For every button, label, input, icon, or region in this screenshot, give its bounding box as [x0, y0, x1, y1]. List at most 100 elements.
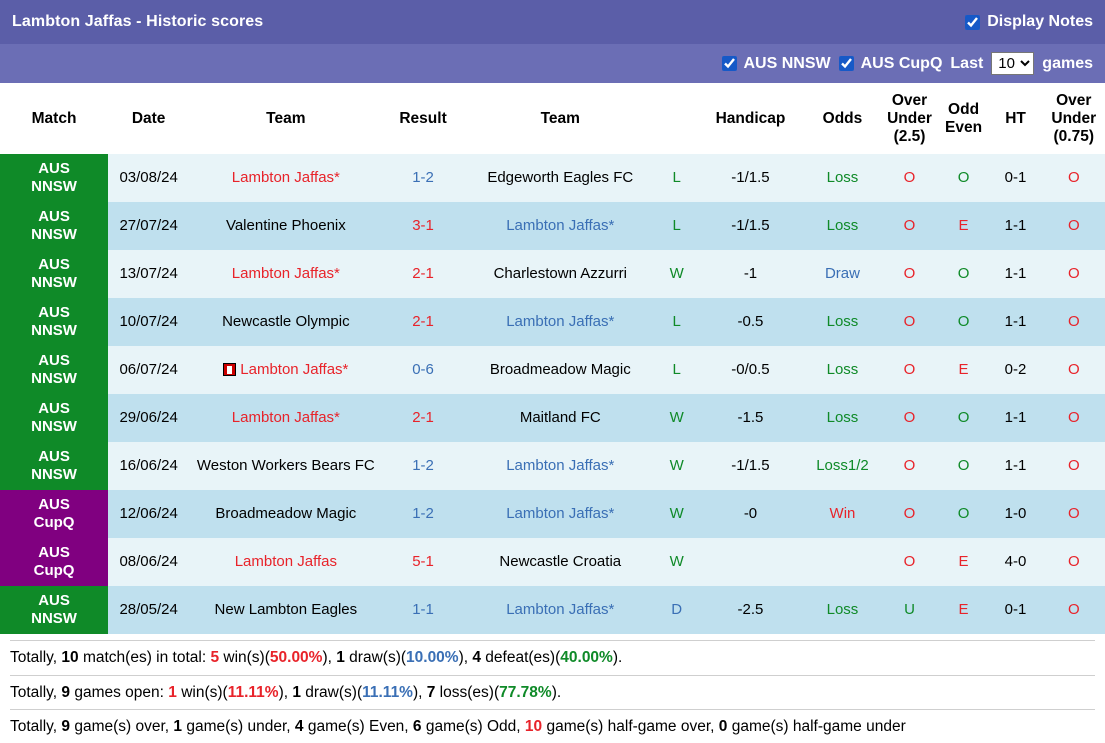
score-value[interactable]: 1-1 [412, 601, 434, 618]
result-cell[interactable]: 2-1 [382, 394, 464, 443]
table-row[interactable]: AUS NNSW 13/07/24 Lambton Jaffas* 2-1 Charles… [0, 250, 1105, 299]
col-team-away[interactable]: Team [463, 83, 657, 155]
home-team-cell[interactable]: New Lambton Eagles [189, 586, 383, 635]
score-value[interactable]: 1-2 [412, 505, 434, 522]
home-team-name[interactable]: Newcastle Olympic [222, 313, 350, 330]
league-cell[interactable]: AUS NNSW [0, 586, 109, 635]
score-value[interactable]: 5-1 [412, 553, 434, 570]
score-value[interactable]: 1-2 [412, 457, 434, 474]
score-value[interactable]: 2-1 [412, 265, 434, 282]
display-notes-checkbox[interactable] [965, 14, 981, 30]
display-notes-group[interactable]: Display Notes [965, 13, 1093, 31]
table-row[interactable]: AUS CupQ 08/06/24 Lambton Jaffas 5-1 Newcastl… [0, 538, 1105, 587]
away-team-cell[interactable]: Edgeworth Eagles FC [463, 154, 657, 203]
home-team-name[interactable]: Lambton Jaffas* [232, 265, 340, 282]
home-team-name[interactable]: New Lambton Eagles [215, 601, 358, 618]
home-team-cell[interactable]: Broadmeadow Magic [189, 490, 383, 539]
table-row[interactable]: AUS NNSW 06/07/24 Lambton Jaffas* 0-6 Broadme… [0, 346, 1105, 395]
away-team-name[interactable]: Maitland FC [520, 409, 601, 426]
col-odds[interactable]: Odds [804, 83, 881, 155]
away-team-name[interactable]: Lambton Jaffas* [506, 505, 614, 522]
table-row[interactable]: AUS NNSW 27/07/24 Valentine Phoenix 3-1 Lambt… [0, 202, 1105, 251]
away-team-cell[interactable]: Broadmeadow Magic [463, 346, 657, 395]
home-team-name[interactable]: Lambton Jaffas* [240, 361, 348, 378]
away-team-name[interactable]: Broadmeadow Magic [490, 361, 631, 378]
away-team-name[interactable]: Newcastle Croatia [499, 553, 621, 570]
table-row[interactable]: AUS NNSW 03/08/24 Lambton Jaffas* 1-2 Edgewor… [0, 154, 1105, 203]
away-team-cell[interactable]: Lambton Jaffas* [463, 442, 657, 491]
away-team-name[interactable]: Lambton Jaffas* [506, 217, 614, 234]
away-team-cell[interactable]: Lambton Jaffas* [463, 490, 657, 539]
away-team-cell[interactable]: Maitland FC [463, 394, 657, 443]
table-row[interactable]: AUS NNSW 29/06/24 Lambton Jaffas* 2-1 Maitlan… [0, 394, 1105, 443]
away-team-cell[interactable]: Lambton Jaffas* [463, 586, 657, 635]
result-cell[interactable]: 1-2 [382, 154, 464, 203]
result-cell[interactable]: 5-1 [382, 538, 464, 587]
table-row[interactable]: AUS NNSW 28/05/24 New Lambton Eagles 1-1 Lamb… [0, 586, 1105, 635]
away-team-name[interactable]: Lambton Jaffas* [506, 457, 614, 474]
league-line2: NNSW [31, 274, 77, 292]
nnsw-checkbox[interactable] [721, 56, 737, 71]
league-cell[interactable]: AUS CupQ [0, 538, 109, 587]
result-cell[interactable]: 3-1 [382, 202, 464, 251]
result-cell[interactable]: 2-1 [382, 250, 464, 299]
home-team-cell[interactable]: Lambton Jaffas [189, 538, 383, 587]
result-cell[interactable]: 1-2 [382, 490, 464, 539]
col-date[interactable]: Date [108, 83, 190, 155]
score-value[interactable]: 0-6 [412, 361, 434, 378]
col-over-under-075[interactable]: Over Under (0.75) [1042, 83, 1105, 155]
score-value[interactable]: 3-1 [412, 217, 434, 234]
table-row[interactable]: AUS NNSW 10/07/24 Newcastle Olympic 2-1 Lambt… [0, 298, 1105, 347]
home-team-cell[interactable]: Newcastle Olympic [189, 298, 383, 347]
league-cell[interactable]: AUS NNSW [0, 394, 109, 443]
result-cell[interactable]: 2-1 [382, 298, 464, 347]
home-team-name[interactable]: Valentine Phoenix [226, 217, 346, 234]
score-value[interactable]: 1-2 [412, 169, 434, 186]
filter-nnsw[interactable]: AUS NNSW [721, 55, 831, 73]
home-team-cell[interactable]: Lambton Jaffas* [189, 394, 383, 443]
away-team-cell[interactable]: Newcastle Croatia [463, 538, 657, 587]
filter-cupq[interactable]: AUS CupQ [838, 55, 942, 73]
league-cell[interactable]: AUS NNSW [0, 346, 109, 395]
home-team-cell[interactable]: Lambton Jaffas* [189, 250, 383, 299]
home-team-name[interactable]: Weston Workers Bears FC [197, 457, 375, 474]
score-value[interactable]: 2-1 [412, 313, 434, 330]
away-team-name[interactable]: Lambton Jaffas* [506, 313, 614, 330]
col-ht[interactable]: HT [988, 83, 1043, 155]
league-cell[interactable]: AUS NNSW [0, 250, 109, 299]
s3-t3: game(s) under, [182, 717, 295, 735]
home-team-cell[interactable]: Weston Workers Bears FC [189, 442, 383, 491]
home-team-cell[interactable]: Lambton Jaffas* [189, 346, 383, 395]
away-team-name[interactable]: Charlestown Azzurri [494, 265, 627, 282]
home-team-name[interactable]: Lambton Jaffas* [232, 409, 340, 426]
table-row[interactable]: AUS NNSW 16/06/24 Weston Workers Bears FC 1-… [0, 442, 1105, 491]
col-match[interactable]: Match [0, 83, 109, 155]
col-handicap[interactable]: Handicap [696, 83, 805, 155]
away-team-cell[interactable]: Charlestown Azzurri [463, 250, 657, 299]
result-cell[interactable]: 1-2 [382, 442, 464, 491]
home-team-cell[interactable]: Valentine Phoenix [189, 202, 383, 251]
col-odd-even[interactable]: Odd Even [938, 83, 989, 155]
table-row[interactable]: AUS CupQ 12/06/24 Broadmeadow Magic 1-2 Lambt… [0, 490, 1105, 539]
home-team-name[interactable]: Lambton Jaffas* [232, 169, 340, 186]
away-team-name[interactable]: Edgeworth Eagles FC [487, 169, 633, 186]
home-team-name[interactable]: Broadmeadow Magic [215, 505, 356, 522]
league-cell[interactable]: AUS NNSW [0, 442, 109, 491]
league-cell[interactable]: AUS NNSW [0, 298, 109, 347]
league-cell[interactable]: AUS NNSW [0, 202, 109, 251]
home-team-name[interactable]: Lambton Jaffas [235, 553, 337, 570]
away-team-name[interactable]: Lambton Jaffas* [506, 601, 614, 618]
col-result[interactable]: Result [382, 83, 464, 155]
league-cell[interactable]: AUS CupQ [0, 490, 109, 539]
cupq-checkbox[interactable] [838, 56, 854, 71]
home-team-cell[interactable]: Lambton Jaffas* [189, 154, 383, 203]
col-over-under-25[interactable]: Over Under (2.5) [880, 83, 939, 155]
away-team-cell[interactable]: Lambton Jaffas* [463, 202, 657, 251]
col-team-home[interactable]: Team [189, 83, 383, 155]
league-cell[interactable]: AUS NNSW [0, 154, 109, 203]
result-cell[interactable]: 1-1 [382, 586, 464, 635]
score-value[interactable]: 2-1 [412, 409, 434, 426]
last-games-select[interactable]: 10 [991, 52, 1035, 75]
away-team-cell[interactable]: Lambton Jaffas* [463, 298, 657, 347]
result-cell[interactable]: 0-6 [382, 346, 464, 395]
